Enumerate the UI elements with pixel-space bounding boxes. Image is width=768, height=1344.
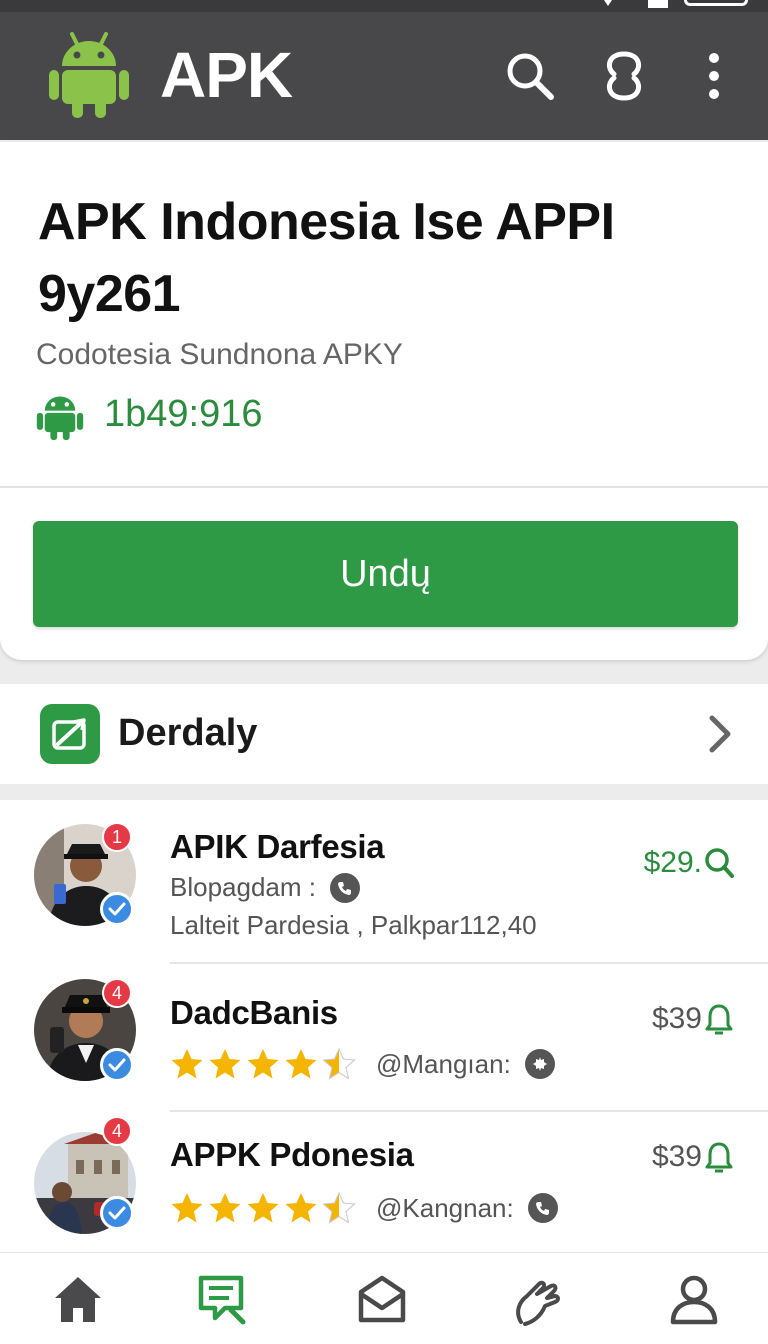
category-label: Derdaly [118,712,258,754]
list-item[interactable]: 4 DadcBanis @Mangıan: $39 [0,964,768,1112]
nav-home[interactable] [48,1269,108,1329]
item-price: $39 [652,1140,734,1174]
notification-badge: 4 [102,978,132,1008]
list-item[interactable]: 4 APPK Pdonesia @Kangnan: $39 [0,1112,768,1252]
price-text: $39 [651,1002,702,1035]
category-row[interactable]: Derdaly [0,684,768,784]
app-title: APK [160,39,293,111]
item-title: DadcBanis [170,994,338,1031]
star-half-icon [322,1048,356,1080]
price-text: $39 [651,1140,702,1173]
phone-icon [329,872,360,903]
item-handle: @Mangıan: [376,1048,511,1079]
nav-hand[interactable] [508,1269,568,1329]
mail-icon [358,1275,406,1323]
battery-icon [684,0,748,6]
notification-badge: 4 [102,1116,132,1146]
status-bar [0,0,768,12]
search-icon [705,848,734,878]
chevron-right-icon [709,715,731,753]
more-options-button[interactable] [686,48,742,104]
item-title: APPK Pdonesia [170,1136,414,1173]
bottom-navigation [0,1252,768,1344]
app-info-card: APK Indonesia Ise APPI 9y261 Codotesia S… [0,142,768,660]
star-icon [247,1049,279,1079]
price-text: $29. [643,846,702,879]
bell-icon [705,1004,733,1035]
category-icon [40,704,100,764]
verified-icon [100,1048,134,1082]
android-icon [36,396,84,440]
hand-icon [516,1280,560,1326]
wifi-icon [600,0,616,6]
sync-button[interactable] [596,48,652,104]
star-icon [209,1193,241,1223]
item-price: $39 [652,1002,734,1036]
star-icon [171,1049,203,1079]
app-name: APK Indonesia Ise APPI 9y261 [38,193,615,323]
star-icon [209,1049,241,1079]
star-icon [171,1193,203,1223]
nav-chat[interactable] [192,1269,252,1329]
search-button[interactable] [502,48,558,104]
gear-icon [524,1049,555,1079]
item-title: APIK Darfesia [170,828,385,865]
item-handle: @Kangnan: [376,1192,514,1223]
app-bar: APK [0,12,768,140]
rating-stars: @Kangnan: [170,1192,558,1224]
bell-icon [705,1142,733,1173]
item-price: $29. [644,846,734,880]
phone-icon [527,1193,558,1223]
notification-badge: 1 [102,822,132,852]
app-list: 1 APIK Darfesia Blopagdam : Lalteit Pard… [0,800,768,1252]
sync-icon [606,51,642,101]
app-subtitle: Codotesia Sundnona APKY [36,338,403,371]
list-item[interactable]: 1 APIK Darfesia Blopagdam : Lalteit Pard… [0,800,768,964]
divider [0,486,768,488]
home-icon [55,1277,101,1322]
item-subtitle: Blopagdam : [170,872,360,903]
nav-profile[interactable] [664,1269,724,1329]
search-icon [507,53,554,100]
item-detail: Lalteit Pardesia , Palkpar112,40 [170,910,537,940]
download-button[interactable]: Undų [33,521,738,627]
star-icon [285,1193,317,1223]
android-icon [49,32,129,118]
profile-icon [670,1275,718,1325]
version-row: 1b49:916 [36,388,263,440]
verified-icon [100,1196,134,1230]
chat-icon [198,1275,246,1325]
star-icon [285,1049,317,1079]
nav-mail[interactable] [352,1269,412,1329]
item-subtitle-text: Blopagdam : [170,872,316,902]
signal-icon [648,0,668,8]
star-icon [247,1193,279,1223]
verified-icon [100,892,134,926]
version-text: 1b49:916 [104,392,263,435]
more-vert-icon [709,53,719,99]
star-half-icon [322,1192,356,1224]
rating-stars: @Mangıan: [170,1048,555,1080]
